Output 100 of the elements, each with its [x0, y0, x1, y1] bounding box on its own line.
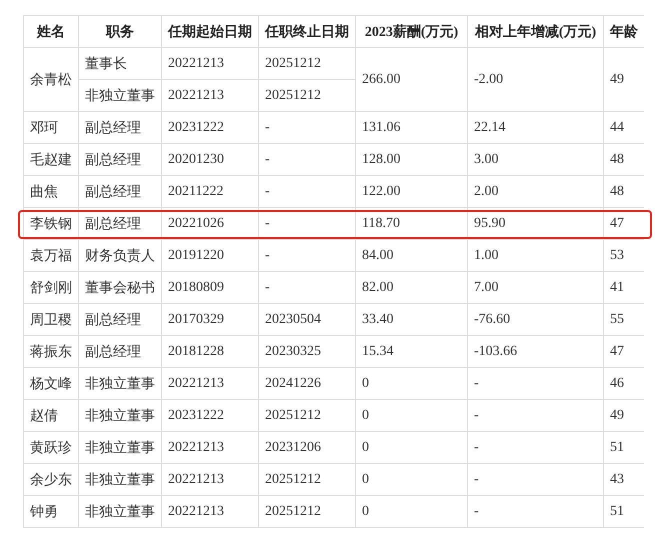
table-cell: 0	[356, 368, 468, 400]
table-cell: 20170329	[162, 304, 259, 336]
table-cell: 84.00	[356, 240, 468, 272]
table-cell: -	[468, 400, 604, 432]
table-cell: 118.70	[356, 208, 468, 240]
table-cell: 20191220	[162, 240, 259, 272]
table-cell: 非独立董事	[79, 80, 162, 112]
table-cell: -103.66	[468, 336, 604, 368]
table-cell: 曲焦	[24, 176, 79, 208]
table-cell: 51	[604, 432, 644, 464]
table-cell: 20181228	[162, 336, 259, 368]
table-cell: -	[259, 208, 356, 240]
table-cell: 0	[356, 464, 468, 496]
table-cell: 95.90	[468, 208, 604, 240]
table-cell: 20230325	[259, 336, 356, 368]
table-cell: 51	[604, 496, 644, 528]
table-cell: 48	[604, 176, 644, 208]
table-cell: -	[468, 464, 604, 496]
table-cell: 杨文峰	[24, 368, 79, 400]
table-cell: 蒋振东	[24, 336, 79, 368]
table-cell: 20251212	[259, 80, 356, 112]
table-cell: 7.00	[468, 272, 604, 304]
table-cell: 20231222	[162, 112, 259, 144]
table-cell: 副总经理	[79, 144, 162, 176]
table-cell: -2.00	[468, 48, 604, 112]
table-cell: 122.00	[356, 176, 468, 208]
table-cell: 舒剑刚	[24, 272, 79, 304]
table-cell: 20251212	[259, 48, 356, 80]
table-cell: 20201230	[162, 144, 259, 176]
table-cell: 李铁钢	[24, 208, 79, 240]
table-cell: 20231222	[162, 400, 259, 432]
table-cell: 0	[356, 400, 468, 432]
table-cell: -	[259, 112, 356, 144]
table-cell: 董事会秘书	[79, 272, 162, 304]
column-header: 相对上年增减(万元)	[468, 16, 604, 48]
column-header: 任期起始日期	[162, 16, 259, 48]
table-cell: 20251212	[259, 496, 356, 528]
table-cell: 20231206	[259, 432, 356, 464]
table-cell: 20241226	[259, 368, 356, 400]
table-cell: 47	[604, 336, 644, 368]
table-cell: 1.00	[468, 240, 604, 272]
table-cell: 20221213	[162, 80, 259, 112]
table-cell: 20230504	[259, 304, 356, 336]
table-cell: -	[259, 176, 356, 208]
table-cell: -76.60	[468, 304, 604, 336]
table-cell: 20180809	[162, 272, 259, 304]
table-cell: 赵倩	[24, 400, 79, 432]
table-cell: 49	[604, 400, 644, 432]
table-cell: 20221213	[162, 368, 259, 400]
table-cell: 邓珂	[24, 112, 79, 144]
table-cell: 128.00	[356, 144, 468, 176]
table-cell: 财务负责人	[79, 240, 162, 272]
table-cell: 3.00	[468, 144, 604, 176]
table-cell: 副总经理	[79, 176, 162, 208]
table-cell: 20221026	[162, 208, 259, 240]
table-cell: 20251212	[259, 400, 356, 432]
table-cell: 余青松	[24, 48, 79, 112]
table-cell: -	[259, 272, 356, 304]
table-cell: 非独立董事	[79, 432, 162, 464]
table-cell: 20251212	[259, 464, 356, 496]
table-cell: 47	[604, 208, 644, 240]
table-cell: 20221213	[162, 48, 259, 80]
table-cell: 2.00	[468, 176, 604, 208]
table-cell: 副总经理	[79, 112, 162, 144]
column-header: 2023薪酬(万元)	[356, 16, 468, 48]
table-cell: 44	[604, 112, 644, 144]
table-cell: 0	[356, 496, 468, 528]
column-header: 任职终止日期	[259, 16, 356, 48]
table-cell: 33.40	[356, 304, 468, 336]
table-cell: 82.00	[356, 272, 468, 304]
table-cell: 20221213	[162, 496, 259, 528]
table-cell: 钟勇	[24, 496, 79, 528]
table-cell: 余少东	[24, 464, 79, 496]
table-cell: 43	[604, 464, 644, 496]
table-cell: 非独立董事	[79, 368, 162, 400]
table-cell: 22.14	[468, 112, 604, 144]
table-cell: 20221213	[162, 464, 259, 496]
table-cell: -	[259, 240, 356, 272]
table-cell: 41	[604, 272, 644, 304]
table-cell: 55	[604, 304, 644, 336]
table-cell: 非独立董事	[79, 400, 162, 432]
table-cell: -	[468, 496, 604, 528]
table-cell: 副总经理	[79, 304, 162, 336]
table-cell: -	[468, 432, 604, 464]
column-header: 姓名	[24, 16, 79, 48]
table-cell: 非独立董事	[79, 496, 162, 528]
column-header: 职务	[79, 16, 162, 48]
table-cell: 副总经理	[79, 336, 162, 368]
table-cell: -	[259, 144, 356, 176]
table-cell: 48	[604, 144, 644, 176]
table-cell: 46	[604, 368, 644, 400]
column-header: 年龄	[604, 16, 644, 48]
table-cell: 266.00	[356, 48, 468, 112]
table-cell: 49	[604, 48, 644, 112]
table-cell: 袁万福	[24, 240, 79, 272]
table-cell: 毛赵建	[24, 144, 79, 176]
table-cell: -	[468, 368, 604, 400]
table-cell: 副总经理	[79, 208, 162, 240]
table-cell: 20211222	[162, 176, 259, 208]
table-cell: 15.34	[356, 336, 468, 368]
